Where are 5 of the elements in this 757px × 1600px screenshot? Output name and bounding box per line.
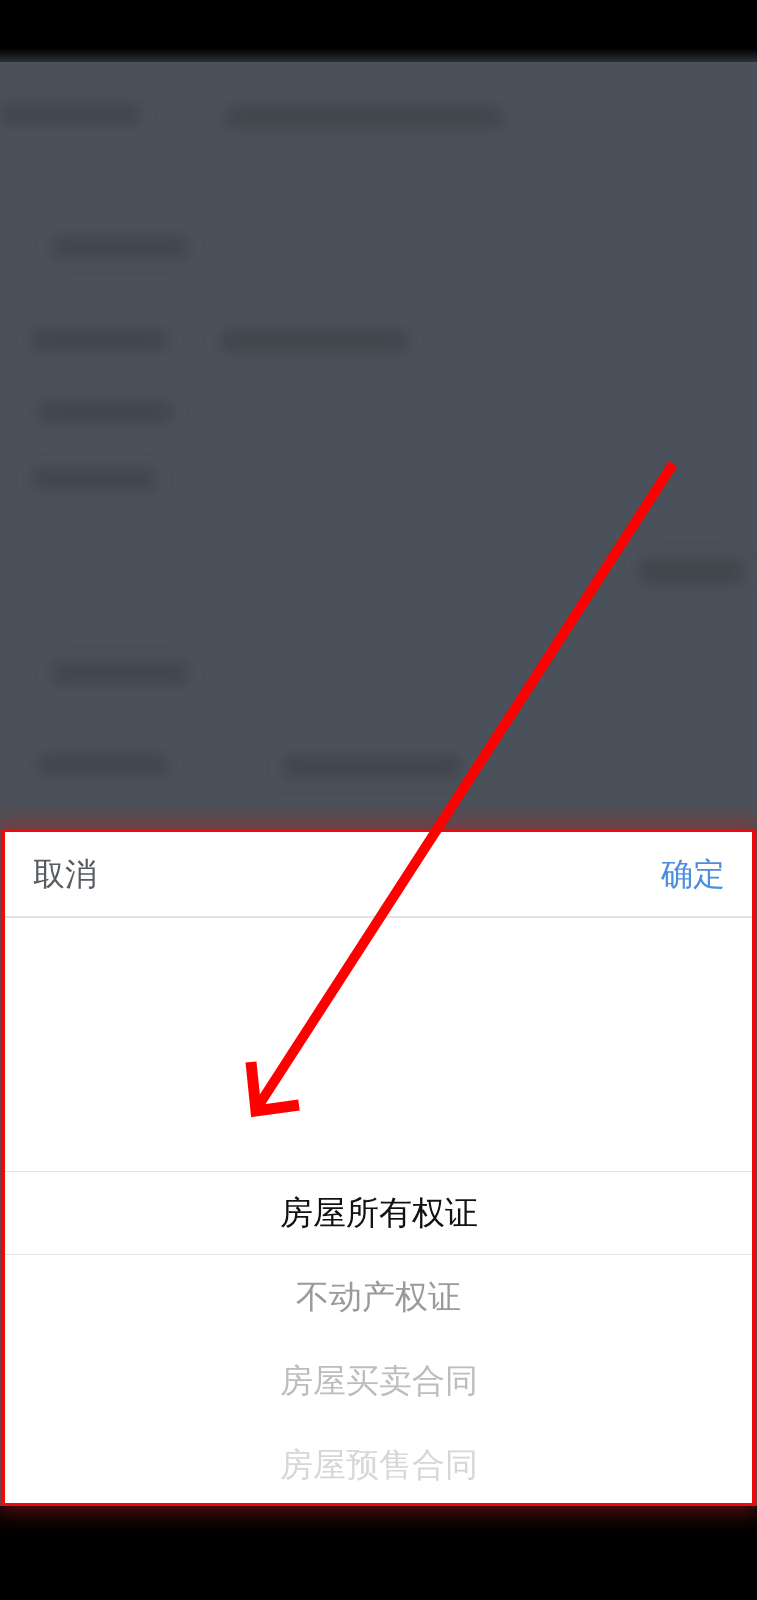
picker-option[interactable]: 房屋买卖合同 — [279, 1361, 478, 1401]
picker-option[interactable]: 不动产权证 — [296, 1277, 461, 1317]
confirm-button[interactable]: 确定 — [661, 854, 725, 894]
picker-option[interactable]: 房屋所有权证 — [279, 1193, 478, 1233]
cancel-button[interactable]: 取消 — [33, 854, 97, 894]
